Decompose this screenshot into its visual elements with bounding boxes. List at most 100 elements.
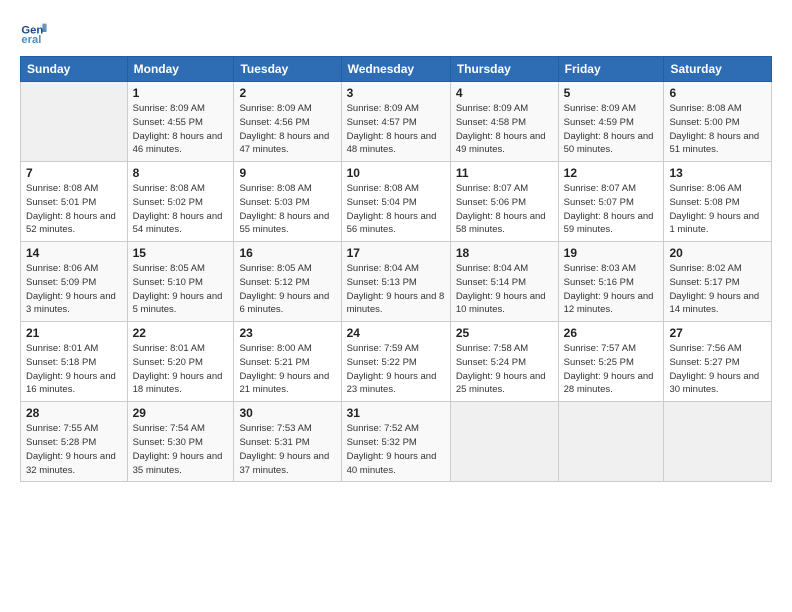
calendar-cell: 13 Sunrise: 8:06 AMSunset: 5:08 PMDayligh… <box>664 162 772 242</box>
day-number: 27 <box>669 326 766 340</box>
day-number: 13 <box>669 166 766 180</box>
calendar-cell: 11 Sunrise: 8:07 AMSunset: 5:06 PMDayligh… <box>450 162 558 242</box>
day-info: Sunrise: 7:56 AMSunset: 5:27 PMDaylight:… <box>669 342 766 397</box>
day-number: 18 <box>456 246 553 260</box>
day-info: Sunrise: 7:59 AMSunset: 5:22 PMDaylight:… <box>347 342 445 397</box>
day-info: Sunrise: 8:07 AMSunset: 5:06 PMDaylight:… <box>456 182 553 237</box>
day-info: Sunrise: 7:57 AMSunset: 5:25 PMDaylight:… <box>564 342 659 397</box>
calendar-cell: 14 Sunrise: 8:06 AMSunset: 5:09 PMDayligh… <box>21 242 128 322</box>
calendar-cell: 3 Sunrise: 8:09 AMSunset: 4:57 PMDaylight… <box>341 82 450 162</box>
day-info: Sunrise: 8:01 AMSunset: 5:18 PMDaylight:… <box>26 342 122 397</box>
calendar-header: SundayMondayTuesdayWednesdayThursdayFrid… <box>21 57 772 82</box>
day-number: 26 <box>564 326 659 340</box>
calendar-cell: 25 Sunrise: 7:58 AMSunset: 5:24 PMDayligh… <box>450 322 558 402</box>
day-info: Sunrise: 8:05 AMSunset: 5:10 PMDaylight:… <box>133 262 229 317</box>
calendar-cell <box>664 402 772 482</box>
calendar-cell: 20 Sunrise: 8:02 AMSunset: 5:17 PMDayligh… <box>664 242 772 322</box>
day-number: 28 <box>26 406 122 420</box>
day-info: Sunrise: 8:04 AMSunset: 5:14 PMDaylight:… <box>456 262 553 317</box>
day-info: Sunrise: 8:09 AMSunset: 4:57 PMDaylight:… <box>347 102 445 157</box>
weekday-header-sunday: Sunday <box>21 57 128 82</box>
day-number: 19 <box>564 246 659 260</box>
header: Gen eral <box>20 18 772 46</box>
calendar-week-1: 1Sunrise: 8:09 AMSunset: 4:55 PMDaylight… <box>21 82 772 162</box>
calendar-cell: 17Sunrise: 8:04 AMSunset: 5:13 PMDayligh… <box>341 242 450 322</box>
calendar-week-4: 21 Sunrise: 8:01 AMSunset: 5:18 PMDayligh… <box>21 322 772 402</box>
calendar-cell: 12Sunrise: 8:07 AMSunset: 5:07 PMDayligh… <box>558 162 664 242</box>
calendar-cell <box>21 82 128 162</box>
calendar-cell <box>558 402 664 482</box>
calendar-cell: 24 Sunrise: 7:59 AMSunset: 5:22 PMDayligh… <box>341 322 450 402</box>
calendar-cell <box>450 402 558 482</box>
calendar-table: SundayMondayTuesdayWednesdayThursdayFrid… <box>20 56 772 482</box>
calendar-cell: 27 Sunrise: 7:56 AMSunset: 5:27 PMDayligh… <box>664 322 772 402</box>
day-info: Sunrise: 7:54 AMSunset: 5:30 PMDaylight:… <box>133 422 229 477</box>
calendar-cell: 28 Sunrise: 7:55 AMSunset: 5:28 PMDayligh… <box>21 402 128 482</box>
calendar-cell: 22 Sunrise: 8:01 AMSunset: 5:20 PMDayligh… <box>127 322 234 402</box>
calendar-cell: 29 Sunrise: 7:54 AMSunset: 5:30 PMDayligh… <box>127 402 234 482</box>
day-number: 22 <box>133 326 229 340</box>
day-info: Sunrise: 8:02 AMSunset: 5:17 PMDaylight:… <box>669 262 766 317</box>
calendar-cell: 16Sunrise: 8:05 AMSunset: 5:12 PMDayligh… <box>234 242 341 322</box>
day-info: Sunrise: 8:06 AMSunset: 5:08 PMDaylight:… <box>669 182 766 237</box>
day-info: Sunrise: 8:09 AMSunset: 4:59 PMDaylight:… <box>564 102 659 157</box>
day-number: 25 <box>456 326 553 340</box>
day-number: 30 <box>239 406 335 420</box>
day-number: 11 <box>456 166 553 180</box>
calendar-cell: 23Sunrise: 8:00 AMSunset: 5:21 PMDayligh… <box>234 322 341 402</box>
calendar-cell: 5Sunrise: 8:09 AMSunset: 4:59 PMDaylight… <box>558 82 664 162</box>
day-number: 2 <box>239 86 335 100</box>
day-number: 14 <box>26 246 122 260</box>
weekday-header-friday: Friday <box>558 57 664 82</box>
day-info: Sunrise: 7:53 AMSunset: 5:31 PMDaylight:… <box>239 422 335 477</box>
day-number: 20 <box>669 246 766 260</box>
calendar-cell: 21 Sunrise: 8:01 AMSunset: 5:18 PMDayligh… <box>21 322 128 402</box>
day-info: Sunrise: 8:08 AMSunset: 5:03 PMDaylight:… <box>239 182 335 237</box>
calendar-cell: 9Sunrise: 8:08 AMSunset: 5:03 PMDaylight… <box>234 162 341 242</box>
day-number: 15 <box>133 246 229 260</box>
day-number: 16 <box>239 246 335 260</box>
calendar-cell: 19Sunrise: 8:03 AMSunset: 5:16 PMDayligh… <box>558 242 664 322</box>
day-info: Sunrise: 8:06 AMSunset: 5:09 PMDaylight:… <box>26 262 122 317</box>
day-number: 3 <box>347 86 445 100</box>
calendar-cell: 4 Sunrise: 8:09 AMSunset: 4:58 PMDaylight… <box>450 82 558 162</box>
day-info: Sunrise: 8:09 AMSunset: 4:56 PMDaylight:… <box>239 102 335 157</box>
calendar-cell: 1Sunrise: 8:09 AMSunset: 4:55 PMDaylight… <box>127 82 234 162</box>
day-number: 24 <box>347 326 445 340</box>
day-number: 29 <box>133 406 229 420</box>
day-info: Sunrise: 8:01 AMSunset: 5:20 PMDaylight:… <box>133 342 229 397</box>
calendar-cell: 2 Sunrise: 8:09 AMSunset: 4:56 PMDaylight… <box>234 82 341 162</box>
day-number: 21 <box>26 326 122 340</box>
day-number: 1 <box>133 86 229 100</box>
day-info: Sunrise: 7:55 AMSunset: 5:28 PMDaylight:… <box>26 422 122 477</box>
day-info: Sunrise: 8:08 AMSunset: 5:01 PMDaylight:… <box>26 182 122 237</box>
day-info: Sunrise: 7:58 AMSunset: 5:24 PMDaylight:… <box>456 342 553 397</box>
day-info: Sunrise: 8:08 AMSunset: 5:02 PMDaylight:… <box>133 182 229 237</box>
day-info: Sunrise: 8:00 AMSunset: 5:21 PMDaylight:… <box>239 342 335 397</box>
logo-icon: Gen eral <box>20 18 48 46</box>
day-info: Sunrise: 8:09 AMSunset: 4:58 PMDaylight:… <box>456 102 553 157</box>
page: Gen eral SundayMondayTuesdayWednesdayThu… <box>0 0 792 612</box>
calendar-cell: 18 Sunrise: 8:04 AMSunset: 5:14 PMDayligh… <box>450 242 558 322</box>
logo: Gen eral <box>20 18 52 46</box>
weekday-header-thursday: Thursday <box>450 57 558 82</box>
day-info: Sunrise: 7:52 AMSunset: 5:32 PMDaylight:… <box>347 422 445 477</box>
calendar-week-5: 28 Sunrise: 7:55 AMSunset: 5:28 PMDayligh… <box>21 402 772 482</box>
day-number: 31 <box>347 406 445 420</box>
weekday-header-tuesday: Tuesday <box>234 57 341 82</box>
calendar-week-2: 7 Sunrise: 8:08 AMSunset: 5:01 PMDaylight… <box>21 162 772 242</box>
calendar-cell: 31 Sunrise: 7:52 AMSunset: 5:32 PMDayligh… <box>341 402 450 482</box>
day-number: 7 <box>26 166 122 180</box>
day-number: 4 <box>456 86 553 100</box>
weekday-header-saturday: Saturday <box>664 57 772 82</box>
calendar-cell: 10Sunrise: 8:08 AMSunset: 5:04 PMDayligh… <box>341 162 450 242</box>
calendar-week-3: 14 Sunrise: 8:06 AMSunset: 5:09 PMDayligh… <box>21 242 772 322</box>
day-number: 12 <box>564 166 659 180</box>
calendar-cell: 30 Sunrise: 7:53 AMSunset: 5:31 PMDayligh… <box>234 402 341 482</box>
weekday-header-wednesday: Wednesday <box>341 57 450 82</box>
day-number: 8 <box>133 166 229 180</box>
day-info: Sunrise: 8:08 AMSunset: 5:04 PMDaylight:… <box>347 182 445 237</box>
day-number: 6 <box>669 86 766 100</box>
weekday-header-monday: Monday <box>127 57 234 82</box>
weekday-row: SundayMondayTuesdayWednesdayThursdayFrid… <box>21 57 772 82</box>
